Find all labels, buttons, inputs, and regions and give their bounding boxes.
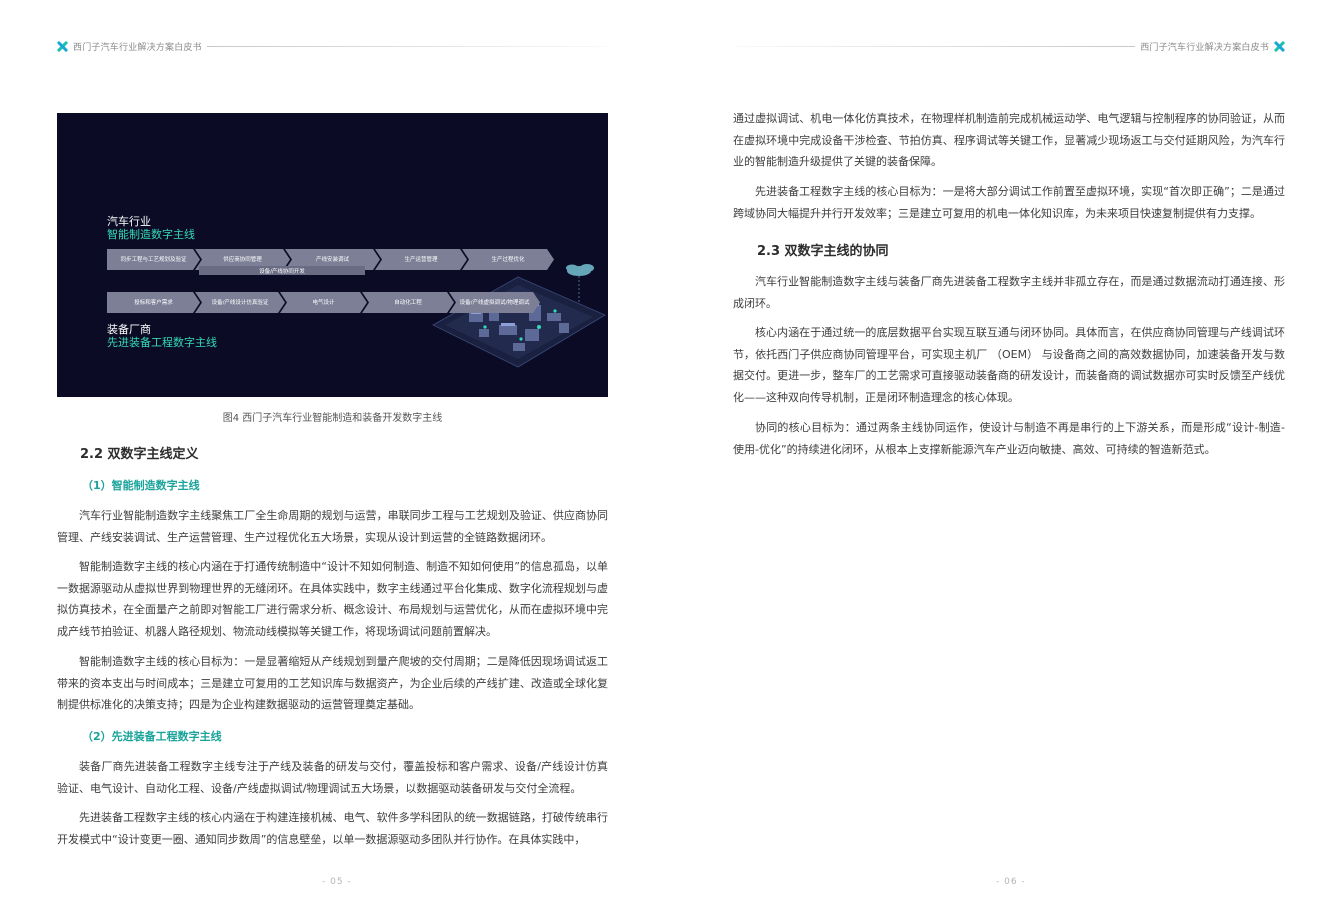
figure-top-label-line1: 汽车行业 — [107, 215, 151, 228]
subsection-title-1: （1）智能制造数字主线 — [82, 479, 200, 492]
paragraph: 协同的核心目标为：通过两条主线协同运作，使设计与制造不再是串行的上下游关系，而是… — [733, 421, 1285, 456]
figure-top-label: 汽车行业 智能制造数字主线 — [107, 215, 195, 241]
figure-top-label-line2: 智能制造数字主线 — [107, 228, 195, 241]
header-rule — [206, 45, 607, 47]
paragraph: 汽车行业智能制造数字主线与装备厂商先进装备工程数字主线并非孤立存在，而是通过数据… — [733, 275, 1285, 310]
paragraph: 智能制造数字主线的核心目标为：一是显著缩短从产线规划到量产爬坡的交付周期；二是降… — [57, 655, 608, 711]
chevron-top-5: 生产过程优化 — [462, 249, 554, 270]
paragraph: 先进装备工程数字主线的核心内涵在于构建连接机械、电气、软件多学科团队的统一数据链… — [57, 811, 608, 846]
figure-bottom-label-line1: 装备厂商 — [107, 323, 151, 336]
section-title-2-3: 2.3 双数字主线的协同 — [757, 244, 889, 259]
chevron-bottom-3: 电气设计 — [280, 292, 367, 313]
shared-collaboration-bar: 设备/产线协同开发 — [199, 266, 365, 275]
paragraph: 先进装备工程数字主线的核心目标为：一是将大部分调试工作前置至虚拟环境，实现“首次… — [733, 185, 1285, 220]
figure-bottom-label: 装备厂商 先进装备工程数字主线 — [107, 323, 217, 349]
chevron-bottom-1: 投标和客户需求 — [107, 292, 200, 313]
running-header: 西门子汽车行业解决方案白皮书 — [736, 39, 1285, 53]
page-number: - 05 - — [322, 877, 352, 887]
header-rule — [736, 45, 1136, 47]
paragraph: 通过虚拟调试、机电一体化仿真技术，在物理样机制造前完成机械运动学、电气逻辑与控制… — [733, 112, 1285, 168]
subsection-title-2: （2）先进装备工程数字主线 — [82, 730, 222, 743]
page-number: - 06 - — [996, 877, 1026, 887]
page-05: 西门子汽车行业解决方案白皮书 汽车行业 智能制造数字主线 同步工程与工艺规划及验… — [0, 0, 671, 917]
chevron-bottom-2: 设备/产线设计仿真验证 — [195, 292, 285, 313]
factory-isometric-illustration — [432, 264, 606, 368]
siemens-x-logo-icon — [1274, 41, 1285, 52]
section-title-2-2: 2.2 双数字主线定义 — [80, 447, 199, 462]
paragraph: 汽车行业智能制造数字主线聚焦工厂全生命周期的规划与运营，串联同步工程与工艺规划及… — [57, 509, 608, 544]
page-06: 西门子汽车行业解决方案白皮书 通过虚拟调试、机电一体化仿真技术，在物理样机制造前… — [671, 0, 1342, 917]
running-header-title: 西门子汽车行业解决方案白皮书 — [1140, 42, 1269, 53]
siemens-x-logo-icon — [57, 41, 68, 52]
chevron-top-1: 同步工程与工艺规划及验证 — [107, 249, 200, 270]
figure-bottom-label-line2: 先进装备工程数字主线 — [107, 336, 217, 349]
chevron-bottom-4: 自动化工程 — [362, 292, 454, 313]
digital-thread-figure: 汽车行业 智能制造数字主线 同步工程与工艺规划及验证 供应商协同管理 产线安装调… — [57, 113, 608, 397]
equipment-thread-row: 投标和客户需求 设备/产线设计仿真验证 电气设计 自动化工程 设备/产线虚拟调试… — [107, 292, 540, 313]
chevron-bottom-5: 设备/产线虚拟调试/物理调试 — [449, 292, 540, 313]
paragraph: 装备厂商先进装备工程数字主线专注于产线及装备的研发与交付，覆盖投标和客户需求、设… — [57, 760, 608, 795]
running-header: 西门子汽车行业解决方案白皮书 — [57, 39, 607, 53]
paragraph: 核心内涵在于通过统一的底层数据平台实现互联互通与闭环协同。具体而言，在供应商协同… — [733, 326, 1285, 404]
chevron-top-4: 生产运营管理 — [375, 249, 467, 270]
paragraph: 智能制造数字主线的核心内涵在于打通传统制造中“设计不知如何制造、制造不知如何使用… — [57, 560, 608, 638]
running-header-title: 西门子汽车行业解决方案白皮书 — [73, 42, 202, 53]
figure-caption: 图4 西门子汽车行业智能制造和装备开发数字主线 — [222, 413, 443, 424]
